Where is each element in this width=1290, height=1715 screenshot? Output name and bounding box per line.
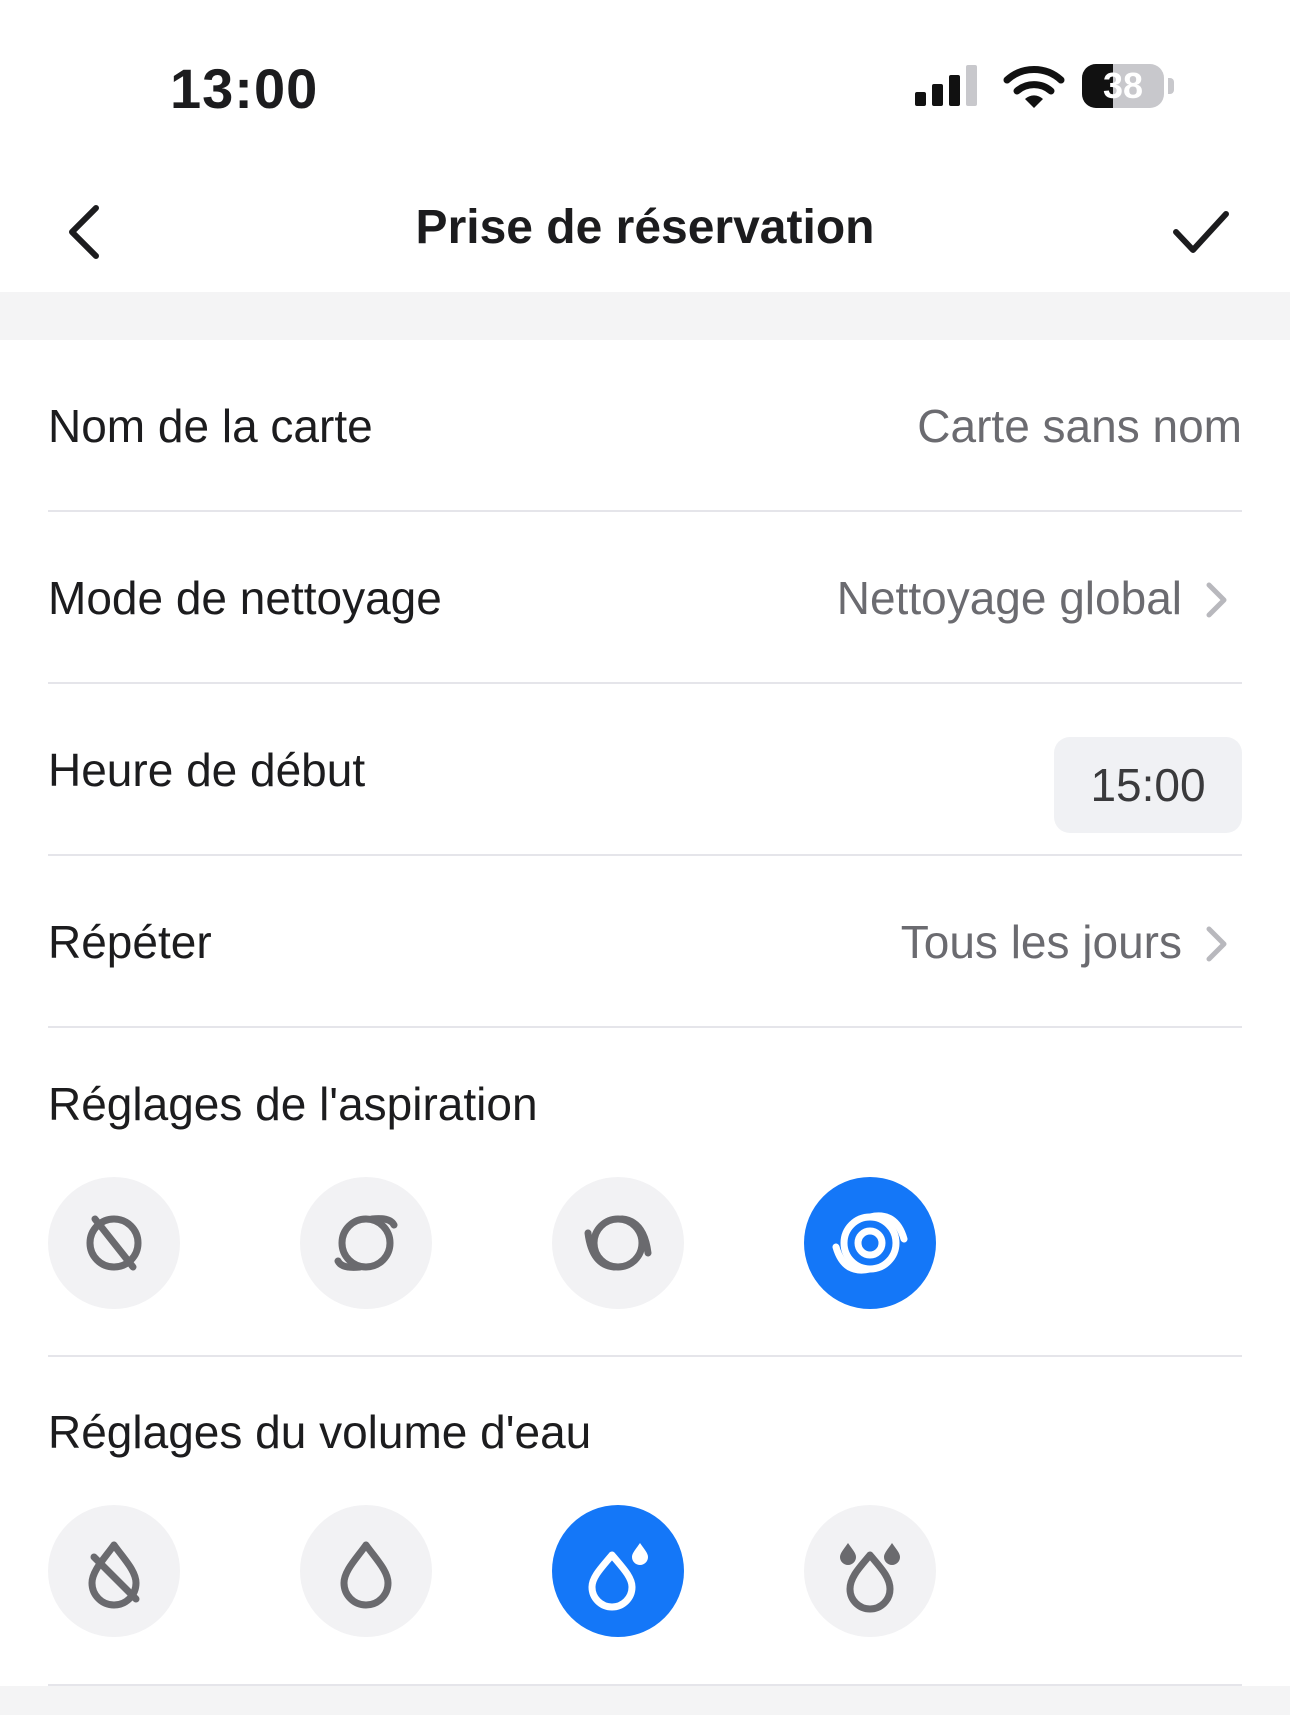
status-bar: 13:00 38	[0, 0, 1290, 170]
suction-settings-title: Réglages de l'aspiration	[48, 1078, 538, 1130]
map-name-label: Nom de la carte	[48, 400, 373, 452]
water-off-icon	[88, 1541, 140, 1609]
clean-mode-label: Mode de nettoyage	[48, 572, 442, 624]
navigation-bar: Prise de réservation	[0, 170, 1290, 292]
water-medium-button[interactable]	[552, 1505, 684, 1637]
repeat-label: Répéter	[48, 916, 212, 968]
repeat-row[interactable]: Répéter Tous les jours	[48, 857, 1242, 1028]
water-low-button[interactable]	[300, 1505, 432, 1637]
wifi-icon	[1003, 66, 1065, 108]
map-name-row[interactable]: Nom de la carte Carte sans nom	[48, 341, 1242, 512]
section-spacer	[0, 292, 1290, 340]
suction-max-icon	[832, 1212, 908, 1274]
start-time-label: Heure de début	[48, 744, 366, 796]
clean-mode-value: Nettoyage global	[836, 572, 1182, 624]
status-time: 13:00	[170, 57, 319, 120]
chevron-right-icon	[1206, 926, 1227, 962]
suction-off-button[interactable]	[48, 1177, 180, 1309]
water-medium-icon	[588, 1543, 648, 1611]
battery-icon: 38	[1082, 64, 1178, 110]
map-name-value: Carte sans nom	[917, 400, 1242, 452]
suction-quiet-icon	[334, 1215, 398, 1271]
suction-settings-section: Réglages de l'aspiration	[48, 1029, 1242, 1357]
start-time-row: Heure de début 15:00	[48, 685, 1242, 856]
repeat-value: Tous les jours	[900, 916, 1182, 968]
suction-max-button[interactable]	[804, 1177, 936, 1309]
chevron-right-icon	[1206, 582, 1227, 618]
water-volume-title: Réglages du volume d'eau	[48, 1406, 592, 1458]
water-volume-section: Réglages du volume d'eau	[48, 1357, 1242, 1686]
checkmark-icon	[1173, 211, 1229, 253]
clean-mode-row[interactable]: Mode de nettoyage Nettoyage global	[48, 513, 1242, 684]
water-low-icon	[340, 1541, 392, 1609]
water-high-button[interactable]	[804, 1505, 936, 1637]
water-high-icon	[840, 1543, 900, 1613]
suction-standard-button[interactable]	[552, 1177, 684, 1309]
battery-percentage: 38	[1102, 65, 1144, 106]
page-title: Prise de réservation	[415, 201, 875, 254]
suction-off-icon	[86, 1215, 142, 1271]
water-off-button[interactable]	[48, 1505, 180, 1637]
confirm-button[interactable]	[1160, 192, 1240, 272]
bottom-band	[0, 1686, 1290, 1715]
suction-quiet-button[interactable]	[300, 1177, 432, 1309]
start-time-picker[interactable]: 15:00	[1054, 737, 1242, 833]
cellular-signal-icon	[915, 65, 977, 106]
suction-standard-icon	[584, 1215, 652, 1271]
